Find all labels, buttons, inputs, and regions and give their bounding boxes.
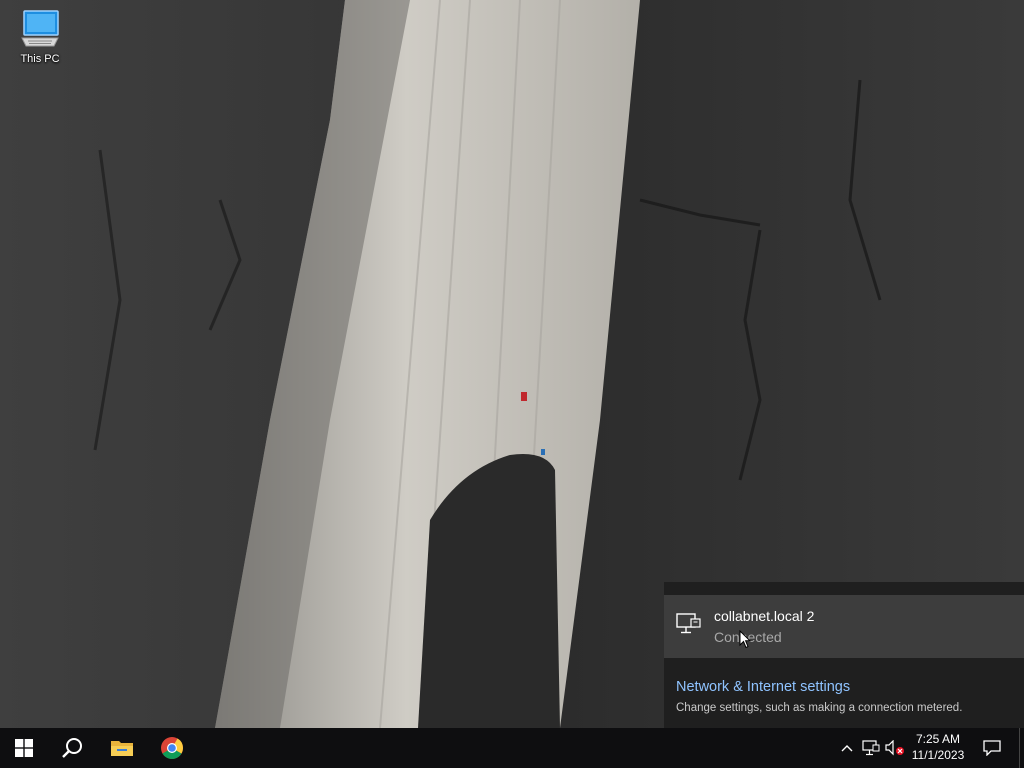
network-settings-description: Change settings, such as making a connec… bbox=[676, 702, 963, 714]
clock-time: 7:25 AM bbox=[915, 732, 961, 746]
chevron-up-icon bbox=[841, 745, 853, 752]
clock[interactable]: 7:25 AM 11/1/2023 bbox=[906, 728, 970, 768]
ethernet-monitor-icon bbox=[676, 613, 702, 639]
clock-date: 11/1/2023 bbox=[911, 748, 965, 762]
network-connection-item[interactable]: collabnet.local 2 Connected bbox=[664, 595, 1024, 658]
volume-muted-icon bbox=[885, 740, 904, 756]
network-icon bbox=[862, 740, 880, 756]
chrome-icon bbox=[161, 737, 183, 759]
action-center-button[interactable] bbox=[976, 728, 1008, 768]
volume-tray-button[interactable] bbox=[883, 728, 907, 768]
network-flyout: collabnet.local 2 Connected Network & In… bbox=[664, 582, 1024, 728]
desktop-icon-label: This PC bbox=[20, 53, 60, 65]
file-explorer-button[interactable] bbox=[98, 728, 146, 768]
network-internet-settings-link[interactable]: Network & Internet settings bbox=[676, 679, 850, 695]
mouse-cursor-icon bbox=[739, 629, 752, 653]
network-name: collabnet.local 2 bbox=[714, 608, 815, 624]
this-pc-icon bbox=[21, 10, 59, 47]
start-button[interactable] bbox=[0, 728, 48, 768]
windows-logo-icon bbox=[15, 739, 33, 757]
desktop-icon-this-pc[interactable]: This PC bbox=[8, 8, 72, 78]
search-button[interactable] bbox=[48, 728, 96, 768]
notification-icon bbox=[983, 740, 1001, 756]
search-icon bbox=[62, 738, 82, 758]
chrome-button[interactable] bbox=[148, 728, 196, 768]
show-hidden-icons-button[interactable] bbox=[835, 728, 859, 768]
folder-icon bbox=[111, 741, 133, 756]
network-tray-button[interactable] bbox=[859, 728, 883, 768]
taskbar: 7:25 AM 11/1/2023 bbox=[0, 728, 1024, 768]
show-desktop-button[interactable] bbox=[1019, 728, 1024, 768]
